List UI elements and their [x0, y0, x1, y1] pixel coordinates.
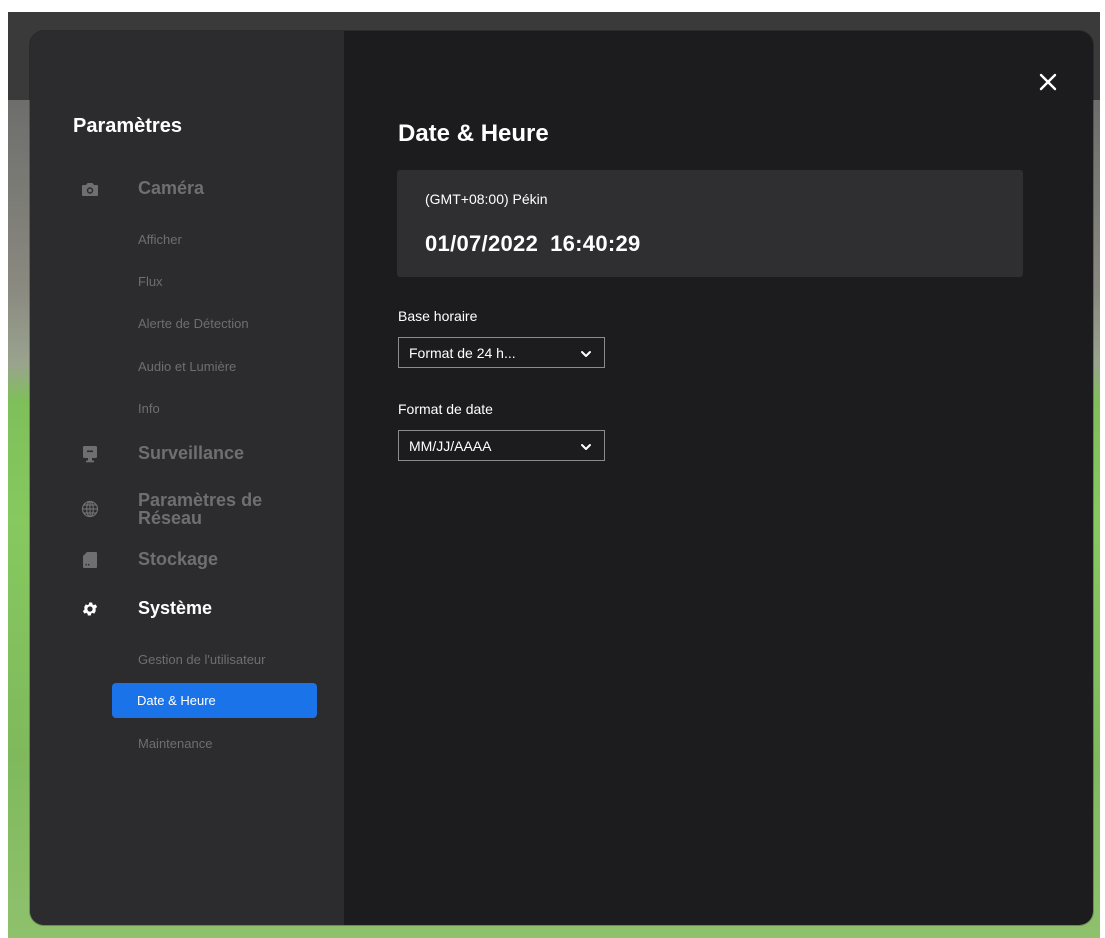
current-datetime: 01/07/2022 16:40:29 [425, 231, 641, 257]
nav-label-line2: Réseau [138, 508, 203, 528]
sidebar-item-afficher[interactable]: Afficher [138, 232, 182, 247]
nav-section-label: Surveillance [138, 443, 245, 463]
page-title: Date & Heure [398, 120, 549, 147]
time-format-value: Format de 24 h... [409, 344, 516, 361]
globe-icon [80, 499, 100, 519]
date-format-select[interactable]: MM/JJ/AAAA [398, 430, 605, 461]
sidebar-item-info[interactable]: Info [138, 401, 160, 416]
current-time-card: (GMT+08:00) Pékin 01/07/2022 16:40:29 [397, 170, 1023, 277]
nav-section-camera[interactable]: Caméra [80, 178, 204, 199]
nav-section-system[interactable]: Système [80, 598, 212, 619]
nav-section-label: Stockage [138, 549, 219, 569]
sidebar-item-user-management[interactable]: Gestion de l'utilisateur [138, 652, 266, 667]
gear-icon [80, 599, 100, 619]
settings-sidebar: Paramètres Caméra Afficher Flux Alerte d… [30, 31, 344, 925]
camera-icon [80, 179, 100, 199]
sidebar-item-date-time[interactable]: Date & Heure [112, 683, 317, 718]
nav-section-surveillance[interactable]: Surveillance [80, 443, 244, 464]
settings-content: Date & Heure (GMT+08:00) Pékin 01/07/202… [344, 31, 1093, 925]
close-icon[interactable] [1037, 71, 1059, 93]
nav-section-network[interactable]: Paramètres de Réseau [80, 491, 262, 527]
sidebar-item-alerte-detection[interactable]: Alerte de Détection [138, 316, 249, 331]
chevron-down-icon [580, 440, 592, 452]
date-format-value: MM/JJ/AAAA [409, 437, 492, 454]
nav-section-label: Système [138, 598, 213, 618]
nav-section-storage[interactable]: Stockage [80, 549, 218, 570]
current-time: 16:40:29 [550, 231, 641, 256]
date-format-label: Format de date [398, 401, 493, 417]
time-format-label: Base horaire [398, 308, 478, 324]
sidebar-item-flux[interactable]: Flux [138, 274, 163, 289]
sidebar-item-audio-lumiere[interactable]: Audio et Lumière [138, 359, 236, 374]
chevron-down-icon [580, 347, 592, 359]
monitor-icon [80, 444, 100, 464]
sidebar-title: Paramètres [73, 115, 182, 137]
nav-section-label: Paramètres de Réseau [138, 491, 262, 527]
sd-card-icon [80, 550, 100, 570]
nav-section-label: Caméra [138, 178, 205, 198]
nav-label-line1: Paramètres de [138, 490, 263, 510]
sidebar-item-maintenance[interactable]: Maintenance [138, 736, 212, 751]
settings-dialog: Paramètres Caméra Afficher Flux Alerte d… [30, 31, 1093, 925]
timezone-label: (GMT+08:00) Pékin [425, 191, 548, 207]
time-format-select[interactable]: Format de 24 h... [398, 337, 605, 368]
current-date: 01/07/2022 [425, 231, 539, 256]
